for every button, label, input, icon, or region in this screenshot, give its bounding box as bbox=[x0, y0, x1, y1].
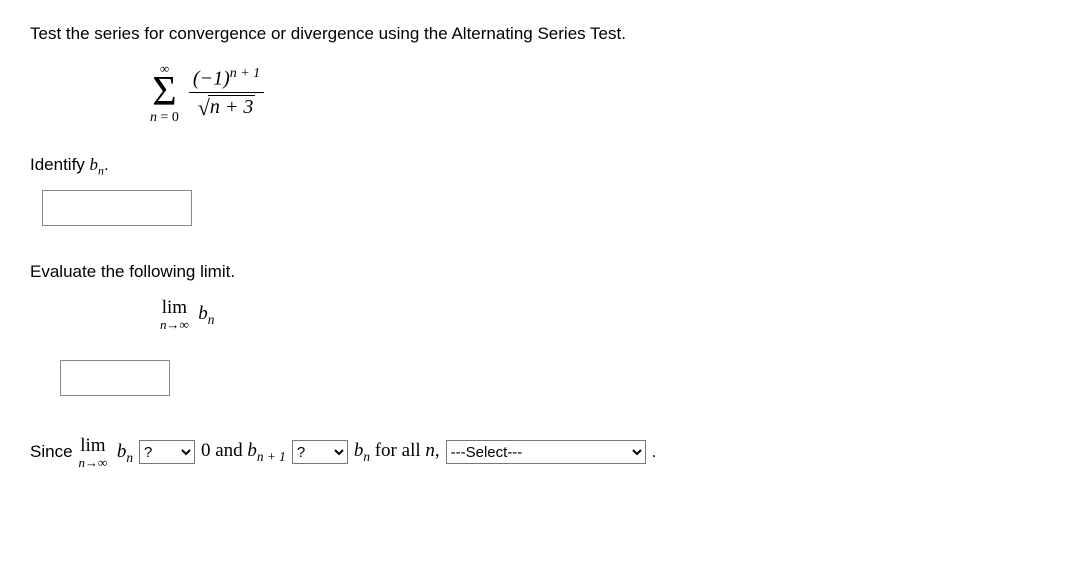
comparison-select-1[interactable]: ? bbox=[139, 440, 195, 464]
limit-value-input[interactable] bbox=[60, 360, 170, 396]
lim-under: n→∞ bbox=[160, 318, 189, 332]
question-prompt: Test the series for convergence or diver… bbox=[30, 24, 1062, 44]
since-text: Since bbox=[30, 442, 73, 462]
for-all-text: for all bbox=[375, 440, 426, 461]
fraction: (−1)n + 1 √n + 3 bbox=[189, 66, 264, 122]
conclusion-lim-under: n→∞ bbox=[79, 456, 108, 470]
limit-expression: lim n→∞ bn bbox=[160, 298, 1062, 332]
sigma-lower-limit: n = 0 bbox=[150, 111, 179, 125]
series-formula: ∞ Σ n = 0 (−1)n + 1 √n + 3 bbox=[150, 62, 1062, 125]
lim-text: lim bbox=[162, 298, 187, 318]
conclusion-lim: lim bbox=[80, 436, 105, 456]
evaluate-label: Evaluate the following limit. bbox=[30, 262, 1062, 282]
numerator-exponent: n + 1 bbox=[230, 66, 260, 81]
conclusion-line: Since lim n→∞ bn ? 0 and bn + 1 ? bn for… bbox=[30, 436, 1062, 470]
period: . bbox=[652, 442, 657, 462]
sigma-symbol: Σ bbox=[152, 75, 176, 111]
sqrt-radicand: n + 3 bbox=[210, 96, 254, 118]
conclusion-select[interactable]: ---Select--- bbox=[446, 440, 646, 464]
identify-label: Identify bn. bbox=[30, 155, 1062, 178]
bn-input[interactable] bbox=[42, 190, 192, 226]
comparison-select-2[interactable]: ? bbox=[292, 440, 348, 464]
numerator-base: (−1) bbox=[193, 67, 230, 89]
zero-and-text: 0 and bbox=[201, 440, 243, 461]
square-root: √n + 3 bbox=[198, 95, 256, 121]
